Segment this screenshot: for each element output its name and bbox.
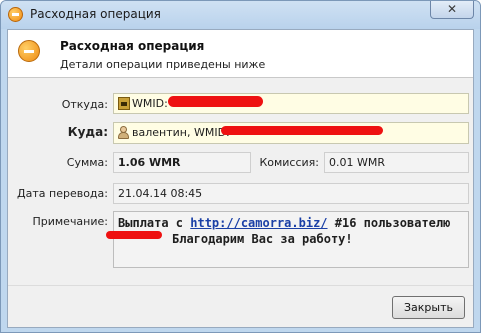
dialog-body: Расходная операция Детали операции приве…	[7, 29, 474, 328]
title-bar[interactable]: Расходная операция ✕	[1, 1, 480, 29]
note-text: Благодарим Вас за работу!	[172, 232, 353, 246]
note-line-1: Выплата с http://camorra.biz/ #16 пользо…	[118, 215, 464, 231]
note-link[interactable]: http://camorra.biz/	[190, 216, 327, 230]
redaction-mark	[106, 231, 162, 239]
from-field[interactable]: WMID:	[113, 93, 469, 114]
from-value: WMID:	[132, 97, 168, 110]
amount-field: 1.06 WMR	[113, 152, 251, 173]
dialog-header: Расходная операция Детали операции приве…	[8, 30, 473, 78]
close-icon: ✕	[446, 2, 458, 16]
note-text: Выплата с	[118, 216, 191, 230]
header-title: Расходная операция	[60, 39, 205, 53]
operation-icon	[18, 40, 40, 62]
window-close-button[interactable]: ✕	[430, 1, 474, 19]
window-title: Расходная операция	[30, 7, 161, 21]
to-value: валентин, WMID:	[132, 126, 230, 139]
date-label: Дата перевода:	[17, 187, 108, 200]
commission-label: Комиссия:	[259, 156, 319, 169]
redaction-mark	[168, 96, 263, 107]
footer-separator	[8, 285, 473, 286]
to-label: Куда:	[67, 125, 108, 139]
close-button[interactable]: Закрыть	[392, 296, 465, 319]
note-line-2: Благодарим Вас за работу!	[118, 231, 464, 247]
operation-icon	[8, 7, 23, 22]
dialog-window: Расходная операция ✕ Расходная операция …	[0, 0, 481, 333]
redaction-mark	[221, 126, 383, 135]
note-label: Примечание:	[32, 215, 108, 228]
commission-field: 0.01 WMR	[324, 152, 469, 173]
from-label: Откуда:	[61, 98, 108, 111]
amount-value: 1.06 WMR	[118, 156, 181, 169]
header-subtitle: Детали операции приведены ниже	[60, 58, 266, 71]
amount-label: Сумма:	[66, 156, 108, 169]
commission-value: 0.01 WMR	[329, 156, 385, 169]
purse-icon	[118, 97, 130, 110]
note-text: #16 пользователю	[327, 216, 451, 230]
note-field[interactable]: Выплата с http://camorra.biz/ #16 пользо…	[113, 211, 469, 268]
date-value: 21.04.14 08:45	[118, 187, 203, 200]
user-icon	[118, 126, 129, 139]
date-field: 21.04.14 08:45	[113, 183, 469, 204]
